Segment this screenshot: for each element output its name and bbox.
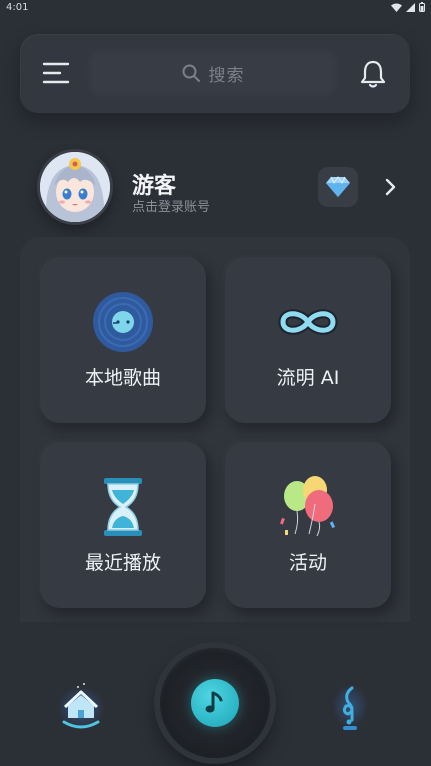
avatar[interactable] [40, 152, 110, 222]
login-hint[interactable]: 点击登录账号 [132, 196, 210, 215]
search-input[interactable]: 搜索 [86, 47, 339, 99]
music-play-button[interactable] [191, 679, 239, 727]
infinity-icon [278, 309, 338, 335]
feature-grid: 本地歌曲 流明 AI 最近播放 活动 [20, 237, 410, 622]
tile-label: 最近播放 [84, 552, 161, 574]
hourglass-icon [104, 478, 142, 536]
menu-icon [42, 62, 70, 84]
chevron-right-icon[interactable] [383, 178, 397, 196]
tile-activities[interactable]: 活动 [225, 442, 391, 608]
anime-avatar-icon [40, 152, 110, 222]
tile-local-songs[interactable]: 本地歌曲 [40, 257, 206, 423]
signal-icon [406, 2, 415, 12]
vip-button[interactable] [318, 167, 358, 207]
status-icons [391, 2, 425, 12]
search-placeholder: 搜索 [208, 65, 245, 86]
vinyl-disc-icon [93, 292, 153, 352]
top-header-card: 搜索 [20, 34, 410, 113]
diamond-icon [326, 176, 350, 197]
search-icon [182, 64, 200, 82]
status-time: 4:01 [6, 2, 29, 13]
menu-button[interactable] [40, 58, 72, 88]
bottom-nav [0, 640, 431, 766]
balloons-icon [280, 476, 336, 537]
nav-home[interactable] [56, 680, 106, 734]
treble-clef-icon [332, 684, 368, 730]
music-note-icon [205, 691, 223, 713]
tile-lumen-ai[interactable]: 流明 AI [225, 257, 391, 423]
tile-label: 流明 AI [276, 367, 340, 389]
nav-music-player[interactable] [160, 648, 270, 758]
tile-label: 本地歌曲 [84, 367, 161, 389]
nav-clef[interactable] [330, 680, 370, 734]
battery-icon [419, 2, 425, 12]
bell-icon [360, 60, 386, 88]
tile-recent-plays[interactable]: 最近播放 [40, 442, 206, 608]
profile-row[interactable]: 游客 点击登录账号 [0, 140, 431, 230]
status-bar: 4:01 [0, 0, 431, 18]
home-icon [57, 683, 105, 730]
tile-label: 活动 [288, 552, 327, 574]
notification-button[interactable] [358, 58, 388, 90]
wifi-icon [391, 3, 402, 12]
